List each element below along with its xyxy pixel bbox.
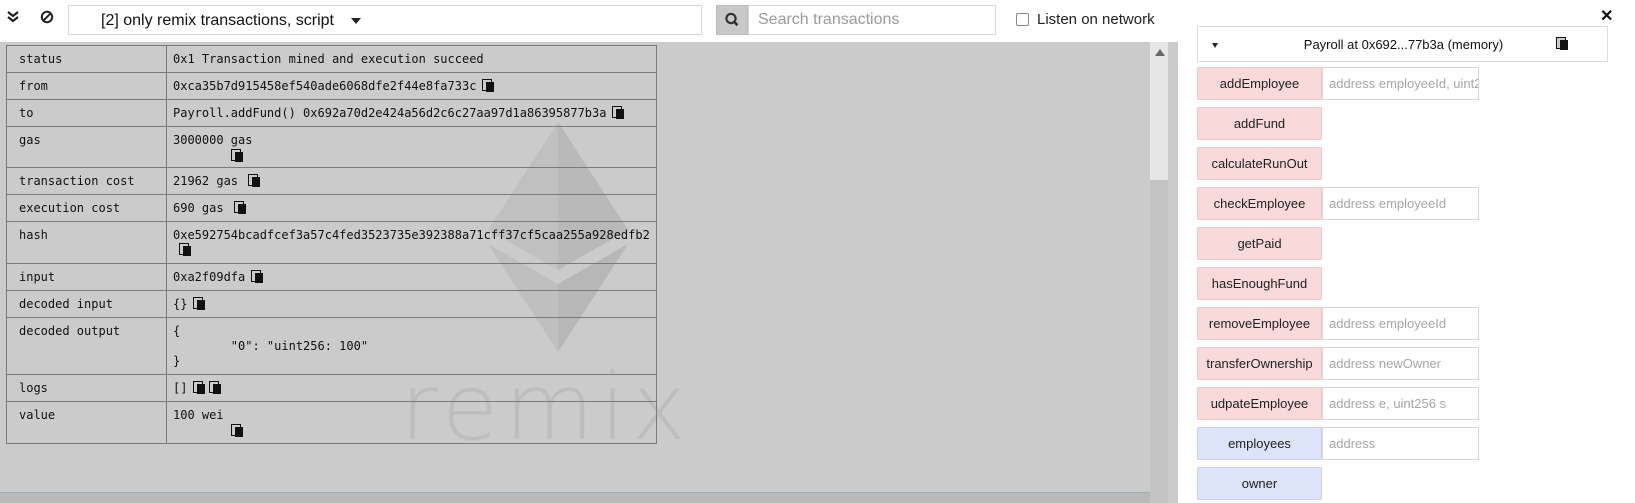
terminal-bottom-bar	[0, 492, 1150, 503]
copy-icon[interactable]	[1556, 37, 1568, 50]
transaction-filter-select[interactable]: [2] only remix transactions, script	[68, 5, 702, 35]
gas-value: 3000000 gas	[173, 133, 253, 147]
copy-icon[interactable]	[209, 381, 222, 394]
row-value: 3000000 gas	[166, 126, 657, 168]
add-employee-input[interactable]	[1322, 67, 1479, 100]
table-row: value 100 wei	[6, 401, 657, 444]
row-value: { "0": "uint256: 100" }	[166, 317, 657, 375]
decoded-input-value: {}	[173, 297, 188, 311]
transaction-filter-label: [2] only remix transactions, script	[101, 12, 334, 29]
copy-icon[interactable]	[231, 424, 243, 437]
transfer-ownership-button[interactable]: transferOwnership	[1197, 347, 1322, 380]
add-fund-button[interactable]: addFund	[1197, 107, 1322, 140]
table-row: from 0xca35b7d915458ef540ade6068dfe2f44e…	[6, 72, 657, 100]
row-value: []	[166, 374, 657, 402]
listen-on-network-label: Listen on network	[1037, 11, 1155, 28]
row-key: gas	[6, 126, 167, 168]
employees-input[interactable]	[1322, 427, 1479, 460]
terminal-panel: [2] only remix transactions, script List…	[0, 0, 1178, 503]
value-value: 100 wei	[173, 408, 224, 422]
ban-icon[interactable]	[35, 8, 59, 32]
table-row: decoded input {}	[6, 290, 657, 318]
table-row: hash 0xe592754bcadfcef3a57c4fed3523735e3…	[6, 221, 657, 264]
from-value: 0xca35b7d915458ef540ade6068dfe2f44e8fa73…	[173, 79, 477, 93]
remove-employee-input[interactable]	[1322, 307, 1479, 340]
scrollbar-thumb[interactable]	[1150, 180, 1168, 503]
row-key: execution cost	[6, 194, 167, 222]
hash-value: 0xe592754bcadfcef3a57c4fed3523735e392388…	[173, 228, 650, 242]
decoded-output-line: }	[173, 354, 181, 368]
table-row: status 0x1 Transaction mined and executi…	[6, 45, 657, 73]
decoded-output-line: "0": "uint256: 100"	[173, 339, 369, 353]
copy-icon[interactable]	[231, 149, 243, 162]
search-icon[interactable]	[716, 5, 748, 35]
run-panel: ✕ Payroll at 0x692...77b3a (memory) addE…	[1178, 0, 1635, 503]
row-key: decoded output	[6, 317, 167, 375]
row-key: status	[6, 45, 167, 73]
close-icon[interactable]: ✕	[1600, 6, 1613, 26]
check-employee-button[interactable]: checkEmployee	[1197, 187, 1322, 220]
copy-icon[interactable]	[233, 201, 246, 214]
transaction-details-table: status 0x1 Transaction mined and executi…	[6, 45, 657, 444]
table-row: transaction cost 21962 gas	[6, 167, 657, 195]
copy-icon[interactable]	[248, 174, 261, 187]
row-value: Payroll.addFund() 0x692a70d2e424a56d2c6c…	[166, 99, 657, 127]
to-value: Payroll.addFund() 0x692a70d2e424a56d2c6c…	[173, 106, 607, 120]
get-paid-button[interactable]: getPaid	[1197, 227, 1322, 260]
has-enough-fund-button[interactable]: hasEnoughFund	[1197, 267, 1322, 300]
copy-icon[interactable]	[193, 381, 206, 394]
table-row: execution cost 690 gas	[6, 194, 657, 222]
row-value: 0xca35b7d915458ef540ade6068dfe2f44e8fa73…	[166, 72, 657, 100]
udpate-employee-input[interactable]	[1322, 387, 1479, 420]
calculate-run-out-button[interactable]: calculateRunOut	[1197, 147, 1322, 180]
row-key: hash	[6, 221, 167, 264]
listen-on-network-checkbox[interactable]	[1016, 13, 1029, 26]
terminal-toolbar: [2] only remix transactions, script List…	[0, 0, 1178, 42]
row-key: logs	[6, 374, 167, 402]
input-value: 0xa2f09dfa	[173, 270, 246, 284]
row-value: 0xa2f09dfa	[166, 263, 657, 291]
transfer-ownership-input[interactable]	[1322, 347, 1479, 380]
check-employee-input[interactable]	[1322, 187, 1479, 220]
double-chevron-down-icon[interactable]	[1, 8, 25, 32]
table-row: input 0xa2f09dfa	[6, 263, 657, 291]
udpate-employee-button[interactable]: udpateEmployee	[1197, 387, 1322, 420]
caret-down-icon	[351, 18, 361, 24]
copy-icon[interactable]	[612, 106, 625, 119]
row-value: 100 wei	[166, 401, 657, 444]
logs-value: []	[173, 381, 188, 395]
row-value: 0xe592754bcadfcef3a57c4fed3523735e392388…	[166, 221, 657, 264]
row-key: from	[6, 72, 167, 100]
table-row: to Payroll.addFund() 0x692a70d2e424a56d2…	[6, 99, 657, 127]
copy-icon[interactable]	[193, 297, 206, 310]
terminal-scrollbar[interactable]	[1150, 42, 1168, 503]
add-employee-button[interactable]: addEmployee	[1197, 67, 1322, 100]
table-row: gas 3000000 gas	[6, 126, 657, 168]
row-value: 0x1 Transaction mined and execution succ…	[166, 45, 657, 73]
copy-icon[interactable]	[482, 79, 495, 92]
owner-button[interactable]: owner	[1197, 467, 1322, 500]
row-key: value	[6, 401, 167, 444]
row-key: decoded input	[6, 290, 167, 318]
row-value: 690 gas	[166, 194, 657, 222]
contract-instance-title: Payroll at 0x692...77b3a (memory)	[1303, 37, 1504, 52]
copy-icon[interactable]	[251, 270, 264, 283]
contract-instance-header[interactable]: Payroll at 0x692...77b3a (memory)	[1197, 26, 1608, 62]
search-transactions-input[interactable]	[748, 5, 996, 35]
row-value: 21962 gas	[166, 167, 657, 195]
row-key: to	[6, 99, 167, 127]
scroll-up-icon[interactable]	[1155, 49, 1165, 56]
row-key: transaction cost	[6, 167, 167, 195]
remove-employee-button[interactable]: removeEmployee	[1197, 307, 1322, 340]
employees-button[interactable]: employees	[1197, 427, 1322, 460]
execution-cost-value: 690 gas	[173, 201, 224, 215]
decoded-output-line: {	[173, 324, 181, 338]
row-value: {}	[166, 290, 657, 318]
row-key: input	[6, 263, 167, 291]
table-row: decoded output { "0": "uint256: 100" }	[6, 317, 657, 375]
status-value: 0x1 Transaction mined and execution succ…	[173, 52, 484, 66]
transaction-cost-value: 21962 gas	[173, 174, 239, 188]
table-row: logs []	[6, 374, 657, 402]
copy-icon[interactable]	[179, 243, 191, 256]
